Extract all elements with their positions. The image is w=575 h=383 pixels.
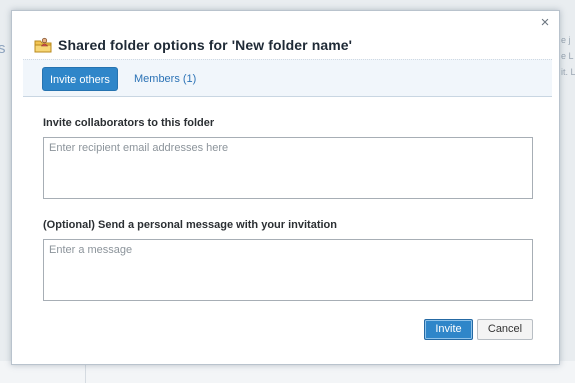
background-page-text: e j e L it. L (561, 32, 575, 80)
close-icon: × (540, 14, 550, 31)
background-page-fragment: s (0, 40, 6, 57)
cancel-button[interactable]: Cancel (477, 319, 533, 340)
close-button[interactable]: × (537, 15, 553, 31)
personal-message-label: (Optional) Send a personal message with … (43, 219, 337, 231)
personal-message-field[interactable] (43, 239, 533, 301)
recipient-email-field[interactable] (43, 137, 533, 199)
shared-folder-dialog: × Shared folder options for 'New folder … (11, 10, 560, 365)
tab-members[interactable]: Members (1) (127, 67, 203, 91)
background-text-line: it. L (561, 67, 575, 77)
shared-folder-icon (34, 37, 52, 53)
invite-button[interactable]: Invite (424, 319, 473, 340)
background-text-line: e L (561, 51, 574, 61)
invite-collaborators-label: Invite collaborators to this folder (43, 117, 215, 129)
tab-bar: Invite others Members (1) (23, 59, 552, 97)
dialog-header: Shared folder options for 'New folder na… (34, 35, 352, 55)
background-text-line: e j (561, 35, 571, 45)
dialog-title: Shared folder options for 'New folder na… (58, 37, 353, 53)
tab-invite-others[interactable]: Invite others (42, 67, 118, 91)
